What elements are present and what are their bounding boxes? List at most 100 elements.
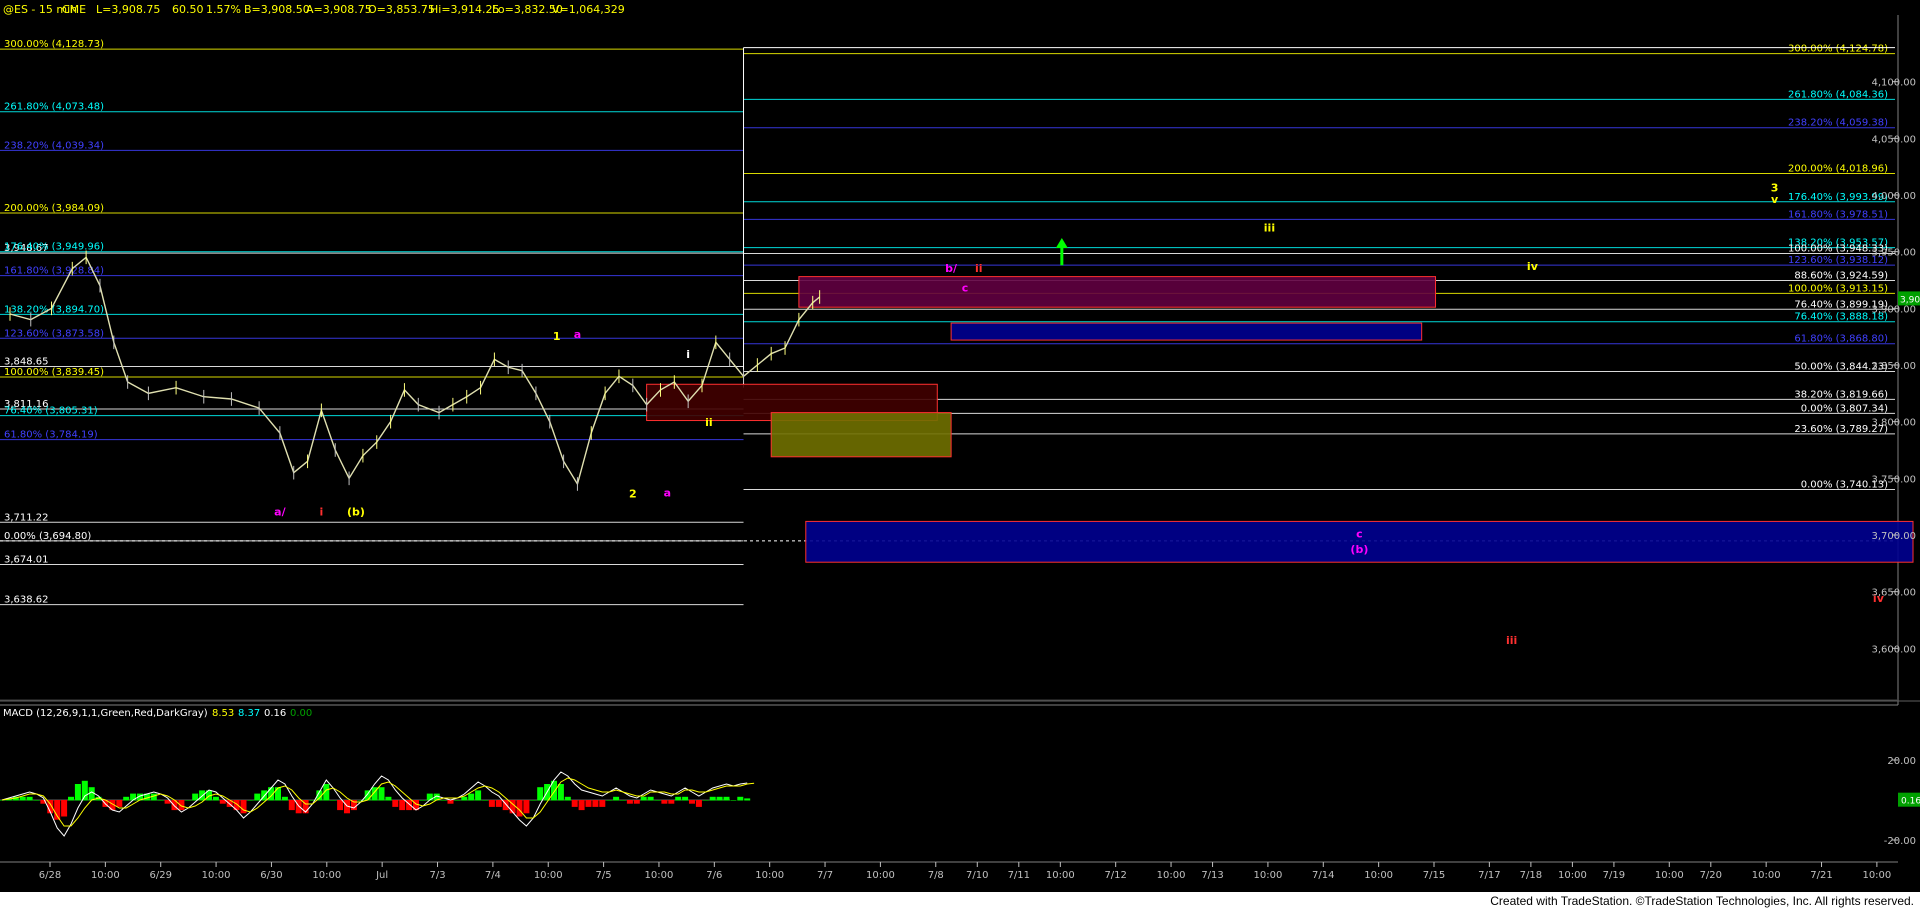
macd-histogram-bar-93 (640, 796, 647, 801)
macd-histogram-bar-102 (702, 800, 709, 801)
wave-label-5: 2 (629, 488, 637, 501)
macd-histogram-bar-89 (613, 796, 620, 801)
x-tick-label-9: 10:00 (534, 870, 563, 881)
macd-histogram-bar-57 (392, 800, 399, 807)
y-tick-label-3: 3,950.00 (1871, 248, 1916, 259)
macd-histogram-bar-104 (716, 796, 723, 801)
x-tick-label-22: 7/13 (1201, 870, 1223, 881)
x-tick-label-31: 10:00 (1655, 870, 1684, 881)
macd-value-1: 8.37 (238, 708, 260, 719)
x-tick-label-26: 7/15 (1423, 870, 1445, 881)
macd-histogram-bar-31 (212, 796, 219, 801)
fib-label-3: 200.00% (3,984.09) (4, 203, 104, 214)
header-volume: V=1,064,329 (552, 3, 625, 16)
macd-histogram-bar-101 (695, 800, 702, 807)
macd-histogram-bar-105 (723, 796, 730, 801)
macd-histogram-bar-28 (192, 793, 199, 801)
macd-histogram-bar-87 (599, 800, 606, 807)
macd-histogram-bar-71 (488, 800, 495, 807)
header-open: O=3,853.75 (368, 3, 435, 16)
y-tick-label-10: 3,600.00 (1871, 644, 1916, 655)
macd-title: MACD (12,26,9,1,1,Green,Red,DarkGray) (3, 708, 208, 719)
macd-histogram-bar-36 (247, 800, 254, 801)
fib-label-18: 300.00% (4,124.78) (1788, 44, 1888, 55)
x-tick-label-28: 7/18 (1520, 870, 1542, 881)
macd-histogram-bar-32 (219, 800, 226, 804)
fib-label-21: 200.00% (4,018.96) (1788, 164, 1888, 175)
x-tick-label-25: 10:00 (1364, 870, 1393, 881)
x-tick-label-14: 7/7 (817, 870, 833, 881)
macd-histogram-bar-85 (585, 800, 592, 807)
macd-histogram-bar-41 (281, 796, 288, 801)
x-tick-label-3: 10:00 (202, 870, 231, 881)
header-bid: B=3,908.50 (244, 3, 310, 16)
macd-histogram-bar-18 (123, 796, 130, 801)
macd-value-2: 0.16 (264, 708, 286, 719)
fib-label-7: 138.20% (3,894.70) (4, 304, 104, 315)
wave-label-4: a (574, 328, 581, 341)
macd-histogram-bar-69 (475, 790, 482, 801)
y-tick-label-7: 3,750.00 (1871, 474, 1916, 485)
macd-histogram-bar-98 (675, 796, 682, 801)
wave-label-13: iv (1527, 260, 1539, 273)
y-tick-label-6: 3,800.00 (1871, 418, 1916, 429)
macd-histogram-bar-68 (468, 793, 475, 801)
wave-label-12: iii (1264, 221, 1275, 234)
fib-label-27: 88.60% (3,924.59) (1794, 270, 1888, 281)
price-panel-background (0, 0, 1920, 710)
fib-label-15: 0.00% (3,694.80) (4, 531, 91, 542)
fib-label-33: 38.20% (3,819.66) (1794, 389, 1888, 400)
macd-histogram-bar-78 (537, 787, 544, 801)
macd-histogram-bar-40 (275, 787, 281, 801)
x-tick-label-10: 7/5 (596, 870, 612, 881)
fib-label-9: 3,848.65 (4, 357, 49, 368)
x-tick-label-12: 7/6 (706, 870, 722, 881)
macd-histogram-bar-27 (185, 800, 192, 801)
x-tick-label-5: 10:00 (312, 870, 341, 881)
fib-label-10: 100.00% (3,839.45) (4, 367, 104, 378)
x-tick-label-35: 10:00 (1862, 870, 1891, 881)
x-tick-label-27: 7/17 (1478, 870, 1500, 881)
x-tick-label-13: 10:00 (755, 870, 784, 881)
macd-histogram-bar-95 (654, 800, 661, 801)
x-tick-label-6: Jul (375, 870, 388, 881)
macd-histogram-bar-65 (447, 800, 454, 804)
macd-histogram-bar-91 (626, 800, 633, 804)
macd-histogram-bar-72 (495, 800, 502, 807)
fib-label-23: 161.80% (3,978.51) (1788, 209, 1888, 220)
header-high: Hi=3,914.25 (430, 3, 500, 16)
wave-label-6: a (664, 486, 671, 499)
macd-histogram-bar-10 (68, 796, 74, 801)
macd-histogram-bar-97 (668, 800, 675, 804)
macd-histogram-bar-96 (661, 800, 668, 804)
macd-histogram-bar-64 (440, 800, 447, 801)
macd-histogram-bar-17 (116, 800, 123, 807)
macd-histogram-bar-82 (564, 796, 571, 801)
macd-histogram-bar-26 (178, 800, 185, 811)
y-tick-label-2: 4,000.00 (1871, 191, 1916, 202)
header-bar: @ES - 15 min CME L=3,908.75 60.50 1.57% … (3, 3, 625, 16)
x-tick-label-17: 7/10 (966, 870, 988, 881)
header-change: 60.50 (172, 3, 204, 16)
y-tick-label-5: 3,850.00 (1871, 361, 1916, 372)
wave-label-2: (b) (347, 506, 365, 519)
macd-histogram-bar-53 (364, 790, 371, 801)
macd-histogram-bar-37 (254, 793, 261, 801)
y-tick-label-1: 4,050.00 (1871, 134, 1916, 145)
fib-label-1: 261.80% (4,073.48) (4, 102, 104, 113)
macd-histogram-bar-13 (88, 787, 95, 801)
macd-y-tick-label-0: 20.00 (1887, 756, 1916, 767)
macd-histogram-bar-100 (689, 800, 695, 804)
macd-histogram-bar-23 (157, 800, 164, 801)
fib-label-8: 123.60% (3,873.58) (4, 328, 104, 339)
footer: Created with TradeStation. ©TradeStation… (0, 892, 1920, 912)
fib-label-28: 100.00% (3,913.15) (1788, 283, 1888, 294)
fib-label-34: 0.00% (3,807.34) (1801, 403, 1888, 414)
macd-histogram-bar-67 (461, 796, 468, 801)
fib-label-17: 3,638.62 (4, 595, 49, 606)
header-exchange: CME (62, 3, 86, 16)
fib-label-19: 261.80% (4,084.36) (1788, 89, 1888, 100)
y-tick-label-4: 3,900.00 (1871, 304, 1916, 315)
macd-histogram-bar-11 (74, 784, 81, 801)
macd-value-3: 0.00 (290, 708, 312, 719)
